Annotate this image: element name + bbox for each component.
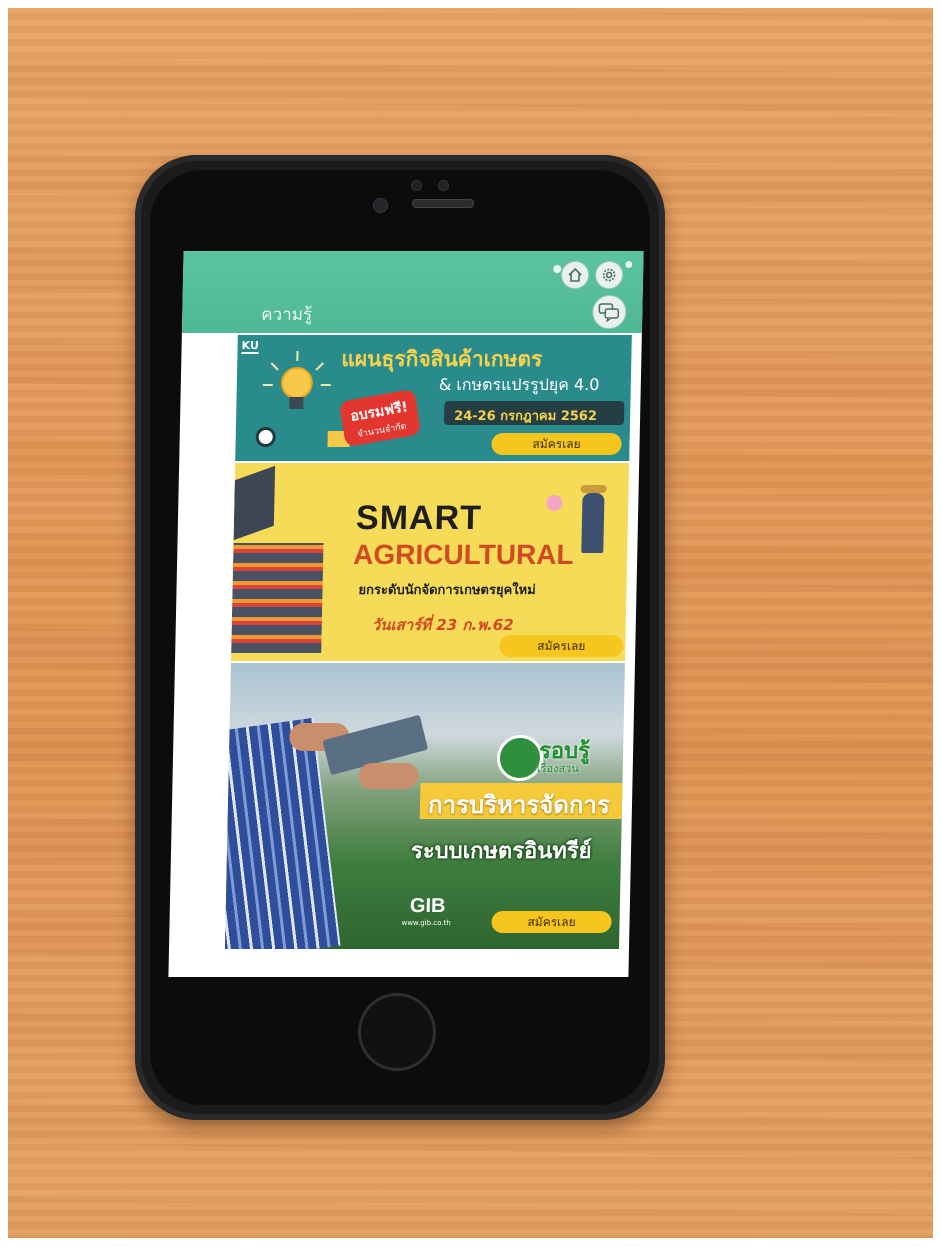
banner-title-line2: AGRICULTURAL: [352, 539, 574, 570]
home-button[interactable]: [358, 993, 436, 1071]
page-title: ความรู้: [261, 305, 313, 325]
register-button[interactable]: สมัครเลย: [491, 911, 612, 933]
app-header: ความรู้: [181, 251, 644, 345]
app-screen: ความรู้ KU แผนธุรกิจสินค้าเกษตร & เกษตรแ…: [168, 251, 644, 977]
banner-smart-agricultural[interactable]: SMART AGRICULTURAL ยกระดับนักจัดการเกษตร…: [231, 463, 630, 661]
hand: [358, 763, 419, 789]
target-icon: [255, 427, 276, 447]
gib-url: www.gib.co.th: [401, 919, 451, 927]
banner-business-plan[interactable]: KU แผนธุรกิจสินค้าเกษตร & เกษตรแปรรูปยุค…: [235, 335, 632, 461]
gear-icon: [602, 268, 616, 282]
free-training-badge: อบรมฟรี! จำนวนจำกัด: [339, 388, 422, 448]
banner-title-line2: ระบบเกษตรอินทรีย์: [410, 839, 592, 864]
decor-dot: [625, 261, 633, 268]
light-sensor: [438, 180, 449, 191]
register-button[interactable]: สมัครเลย: [491, 433, 622, 455]
factory-illustration: [231, 543, 324, 653]
gib-logo: GIB: [409, 895, 446, 917]
lightbulb-icon: [262, 351, 331, 409]
banner-title-line1: SMART: [355, 499, 483, 537]
banner-organic-farming[interactable]: รอบรู้ เรื่องสวน การบริหารจัดการ ระบบเกษ…: [224, 663, 625, 949]
banner-subtitle: ยกระดับนักจัดการเกษตรยุคใหม่: [358, 583, 536, 598]
tag-line2: เรื่องสวน: [536, 762, 579, 775]
chat-button[interactable]: [591, 295, 627, 329]
settings-button[interactable]: [594, 261, 624, 289]
banner-date: 24-26 กรกฎาคม 2562: [453, 409, 598, 424]
decor-dot: [553, 265, 562, 273]
earpiece: [412, 199, 474, 208]
robot-arm-illustration: [233, 465, 276, 541]
front-camera: [373, 198, 388, 213]
farmer-shirt: [224, 717, 341, 949]
banner-subtitle: & เกษตรแปรรูปยุค 4.0: [438, 375, 600, 394]
farmer-hat: [580, 485, 607, 493]
smiley-icon: [546, 495, 563, 511]
register-button[interactable]: สมัครเลย: [499, 635, 624, 657]
home-nav-button[interactable]: [560, 261, 590, 289]
chat-icon: [598, 303, 620, 322]
farmer-illustration: [581, 493, 605, 553]
home-icon: [568, 267, 582, 282]
banner-title-line1: การบริหารจัดการ: [427, 791, 611, 819]
ku-logo: KU: [241, 339, 260, 354]
proximity-sensor: [411, 180, 422, 191]
banner-date: วันเสาร์ที่ 23 ก.พ.62: [371, 616, 514, 634]
banner-title: แผนธุรกิจสินค้าเกษตร: [341, 347, 543, 371]
